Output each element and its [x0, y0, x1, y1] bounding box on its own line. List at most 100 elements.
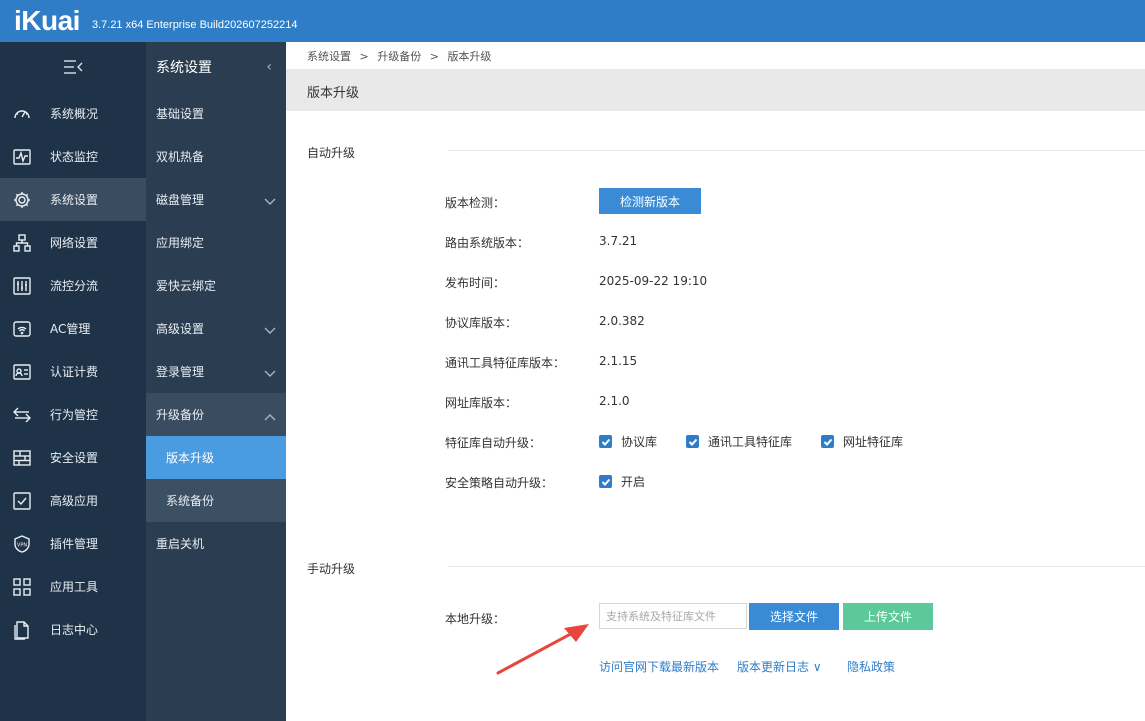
subnav-label: 系统备份 — [166, 494, 215, 508]
dashboard-gauge-icon — [11, 103, 33, 125]
sidebar-item-overview[interactable]: 系统概况 — [0, 92, 146, 135]
subnav-advanced-settings[interactable]: 高级设置 — [146, 307, 286, 350]
subnav-app-binding[interactable]: 应用绑定 — [146, 221, 286, 264]
sidebar-item-label: 行为管控 — [50, 408, 99, 422]
subnav-hot-standby[interactable]: 双机热备 — [146, 135, 286, 178]
primary-sidebar: 系统概况 状态监控 系统设置 网络设置 流控分流 AC管理 认证计费 行为管控 … — [0, 42, 146, 721]
vpn-shield-icon: VPN — [11, 533, 33, 555]
sidebar-item-label: 认证计费 — [50, 365, 99, 379]
sidebar-item-security[interactable]: 安全设置 — [0, 436, 146, 479]
subnav-disk-management[interactable]: 磁盘管理 — [146, 178, 286, 221]
build-version: 3.7.21 x64 Enterprise Build202607252214 — [91, 19, 298, 31]
checkbox-label: 通讯工具特征库 — [708, 435, 793, 449]
sidebar-item-ac[interactable]: AC管理 — [0, 307, 146, 350]
subnav-label: 版本升级 — [166, 451, 215, 465]
section-divider — [448, 150, 1145, 151]
protocol-lib-checkbox[interactable]: 协议库 — [599, 433, 657, 450]
gear-icon — [11, 189, 33, 211]
choose-file-button[interactable]: 选择文件 — [749, 603, 839, 630]
subnav-label: 应用绑定 — [156, 236, 205, 250]
checkbox-label: 开启 — [621, 475, 646, 489]
sidebar-item-behavior[interactable]: 行为管控 — [0, 393, 146, 436]
chevron-down-icon — [264, 195, 276, 205]
subnav-reboot-shutdown[interactable]: 重启关机 — [146, 522, 286, 565]
policy-auto-upgrade-label: 安全策略自动升级： — [445, 476, 554, 490]
document-log-icon — [11, 619, 33, 641]
secondary-sidebar-header: 系统设置 ‹ — [146, 42, 286, 92]
sidebar-item-label: 系统设置 — [50, 193, 99, 207]
version-check-label: 版本检测： — [445, 196, 506, 210]
sidebar-item-monitor[interactable]: 状态监控 — [0, 135, 146, 178]
check-new-version-button[interactable]: 检测新版本 — [599, 188, 701, 214]
chevron-left-icon[interactable]: ‹ — [266, 59, 272, 75]
sidebar-item-logs[interactable]: 日志中心 — [0, 608, 146, 651]
breadcrumb-current: 版本升级 — [447, 50, 492, 63]
id-card-icon — [11, 361, 33, 383]
svg-text:VPN: VPN — [17, 542, 27, 548]
feature-auto-upgrade-label: 特征库自动升级： — [445, 436, 542, 450]
comm-tool-lib-checkbox[interactable]: 通讯工具特征库 — [686, 433, 792, 450]
sidebar-item-label: 安全设置 — [50, 451, 99, 465]
privacy-policy-link[interactable]: 隐私政策 — [847, 658, 895, 675]
sidebar-item-plugins[interactable]: VPN 插件管理 — [0, 522, 146, 565]
changelog-dropdown-link[interactable]: 版本更新日志 ∨ — [737, 658, 822, 675]
subnav-label: 双机热备 — [156, 150, 205, 164]
subnav-label: 磁盘管理 — [156, 193, 205, 207]
comm-tool-lib-label: 通讯工具特征库版本： — [445, 356, 566, 370]
release-time-label: 发布时间： — [445, 276, 506, 290]
subnav-login-management[interactable]: 登录管理 — [146, 350, 286, 393]
checkbox-checked-icon — [686, 435, 699, 448]
section-divider — [448, 566, 1145, 567]
chevron-down-icon — [264, 324, 276, 334]
top-header: iKuai 3.7.21 x64 Enterprise Build2026072… — [0, 0, 1145, 42]
subnav-label: 高级设置 — [156, 322, 205, 336]
checkbox-label: 网址特征库 — [843, 435, 904, 449]
secondary-sidebar: 系统设置 ‹ 基础设置 双机热备 磁盘管理 应用绑定 爱快云绑定 高级设置 登录… — [146, 42, 286, 721]
upload-file-button[interactable]: 上传文件 — [843, 603, 933, 630]
sidebar-item-label: 流控分流 — [50, 279, 99, 293]
url-lib-value: 2.1.0 — [599, 394, 630, 408]
pulse-monitor-icon — [11, 146, 33, 168]
wifi-ac-icon — [11, 318, 33, 340]
sidebar-item-app-tools[interactable]: 应用工具 — [0, 565, 146, 608]
ikuai-logo[interactable]: iKuai — [14, 0, 80, 42]
router-version-value: 3.7.21 — [599, 234, 638, 248]
comm-tool-lib-value: 2.1.15 — [599, 354, 638, 368]
url-lib-checkbox[interactable]: 网址特征库 — [821, 433, 903, 450]
subnav-label: 爱快云绑定 — [156, 279, 217, 293]
policy-enable-checkbox[interactable]: 开启 — [599, 473, 645, 490]
sidebar-item-system-settings[interactable]: 系统设置 — [0, 178, 146, 221]
subnav-version-upgrade[interactable]: 版本升级 — [146, 436, 286, 479]
subnav-system-backup[interactable]: 系统备份 — [146, 479, 286, 522]
sidebar-collapse-button[interactable] — [0, 42, 146, 92]
auto-upgrade-title: 自动升级 — [307, 146, 356, 160]
manual-upgrade-title: 手动升级 — [307, 562, 356, 576]
breadcrumb-upgrade-backup[interactable]: 升级备份 — [377, 50, 421, 63]
page-title: 版本升级 — [307, 86, 360, 101]
download-latest-link[interactable]: 访问官网下载最新版本 — [599, 658, 719, 675]
upgrade-file-input[interactable] — [599, 603, 747, 629]
annotation-arrow-icon — [496, 624, 589, 675]
sidebar-item-label: 日志中心 — [50, 623, 99, 637]
checkbox-checked-icon — [821, 435, 834, 448]
checkbox-checked-icon — [599, 435, 612, 448]
sliders-icon — [11, 275, 33, 297]
sidebar-item-advanced-apps[interactable]: 高级应用 — [0, 479, 146, 522]
subnav-ikuai-cloud-binding[interactable]: 爱快云绑定 — [146, 264, 286, 307]
subnav-label: 基础设置 — [156, 107, 205, 121]
sidebar-item-label: 高级应用 — [50, 494, 99, 508]
sidebar-item-auth[interactable]: 认证计费 — [0, 350, 146, 393]
breadcrumb-system-settings[interactable]: 系统设置 — [307, 50, 351, 63]
breadcrumb-separator: > — [429, 50, 439, 63]
url-lib-label: 网址库版本： — [445, 396, 518, 410]
subnav-upgrade-backup[interactable]: 升级备份 — [146, 393, 286, 436]
sidebar-item-network[interactable]: 网络设置 — [0, 221, 146, 264]
chevron-down-icon — [264, 367, 276, 377]
network-tree-icon — [11, 232, 33, 254]
breadcrumb-separator: > — [359, 50, 369, 63]
sidebar-item-label: 状态监控 — [50, 150, 99, 164]
subnav-basic-settings[interactable]: 基础设置 — [146, 92, 286, 135]
sidebar-item-label: 插件管理 — [50, 537, 99, 551]
breadcrumb: 系统设置 > 升级备份 > 版本升级 — [307, 48, 496, 64]
sidebar-item-flow-control[interactable]: 流控分流 — [0, 264, 146, 307]
